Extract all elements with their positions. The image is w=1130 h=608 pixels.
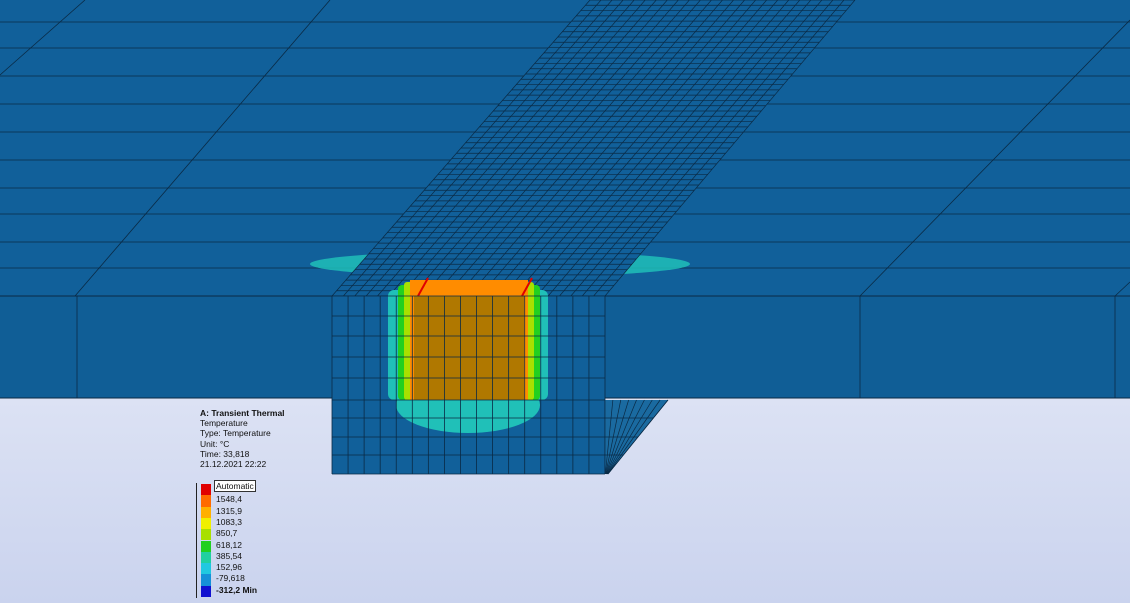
- legend-label: -312,2 Min: [216, 584, 258, 595]
- analysis-title: A: Transient Thermal: [200, 408, 285, 418]
- result-info-panel: A: Transient Thermal Temperature Type: T…: [200, 408, 285, 469]
- legend-label: 152,96: [216, 562, 242, 573]
- result-time: Time: 33,818: [200, 448, 250, 459]
- legend-mode-button[interactable]: Automatic: [214, 480, 256, 492]
- legend-swatch: [201, 484, 211, 496]
- legend-bracket: [196, 483, 201, 598]
- legend-swatch: [201, 585, 211, 597]
- legend-swatch: [201, 529, 211, 541]
- legend-swatch: [201, 551, 211, 564]
- legend-label: 850,7: [216, 528, 238, 539]
- legend-label: 1315,9: [216, 505, 242, 516]
- legend-swatch: [201, 574, 211, 586]
- legend-label: 618,12: [216, 539, 242, 550]
- result-unit: Unit: °C: [200, 438, 230, 449]
- legend-swatch: [201, 540, 211, 552]
- result-quantity: Temperature: [200, 418, 248, 429]
- result-type: Type: Temperature: [200, 428, 271, 439]
- legend-label: -79,618: [216, 573, 245, 584]
- legend-swatch: [201, 563, 211, 575]
- hot-core: [414, 296, 524, 400]
- model-view[interactable]: [0, 0, 1130, 603]
- legend-swatch: [201, 517, 211, 530]
- legend-swatch: [201, 495, 211, 507]
- result-date: 21.12.2021 22:22: [200, 459, 267, 470]
- legend-label: 1548,4: [216, 494, 242, 505]
- legend-label: 1083,3: [216, 516, 242, 527]
- legend-swatch: [201, 506, 211, 518]
- legend-label: 385,54: [216, 550, 242, 561]
- graphics-viewport[interactable]: [0, 0, 1130, 603]
- color-legend[interactable]: Automatic 1548,4 1315,9 1083,3 850,7 618,12 3…: [194, 480, 284, 598]
